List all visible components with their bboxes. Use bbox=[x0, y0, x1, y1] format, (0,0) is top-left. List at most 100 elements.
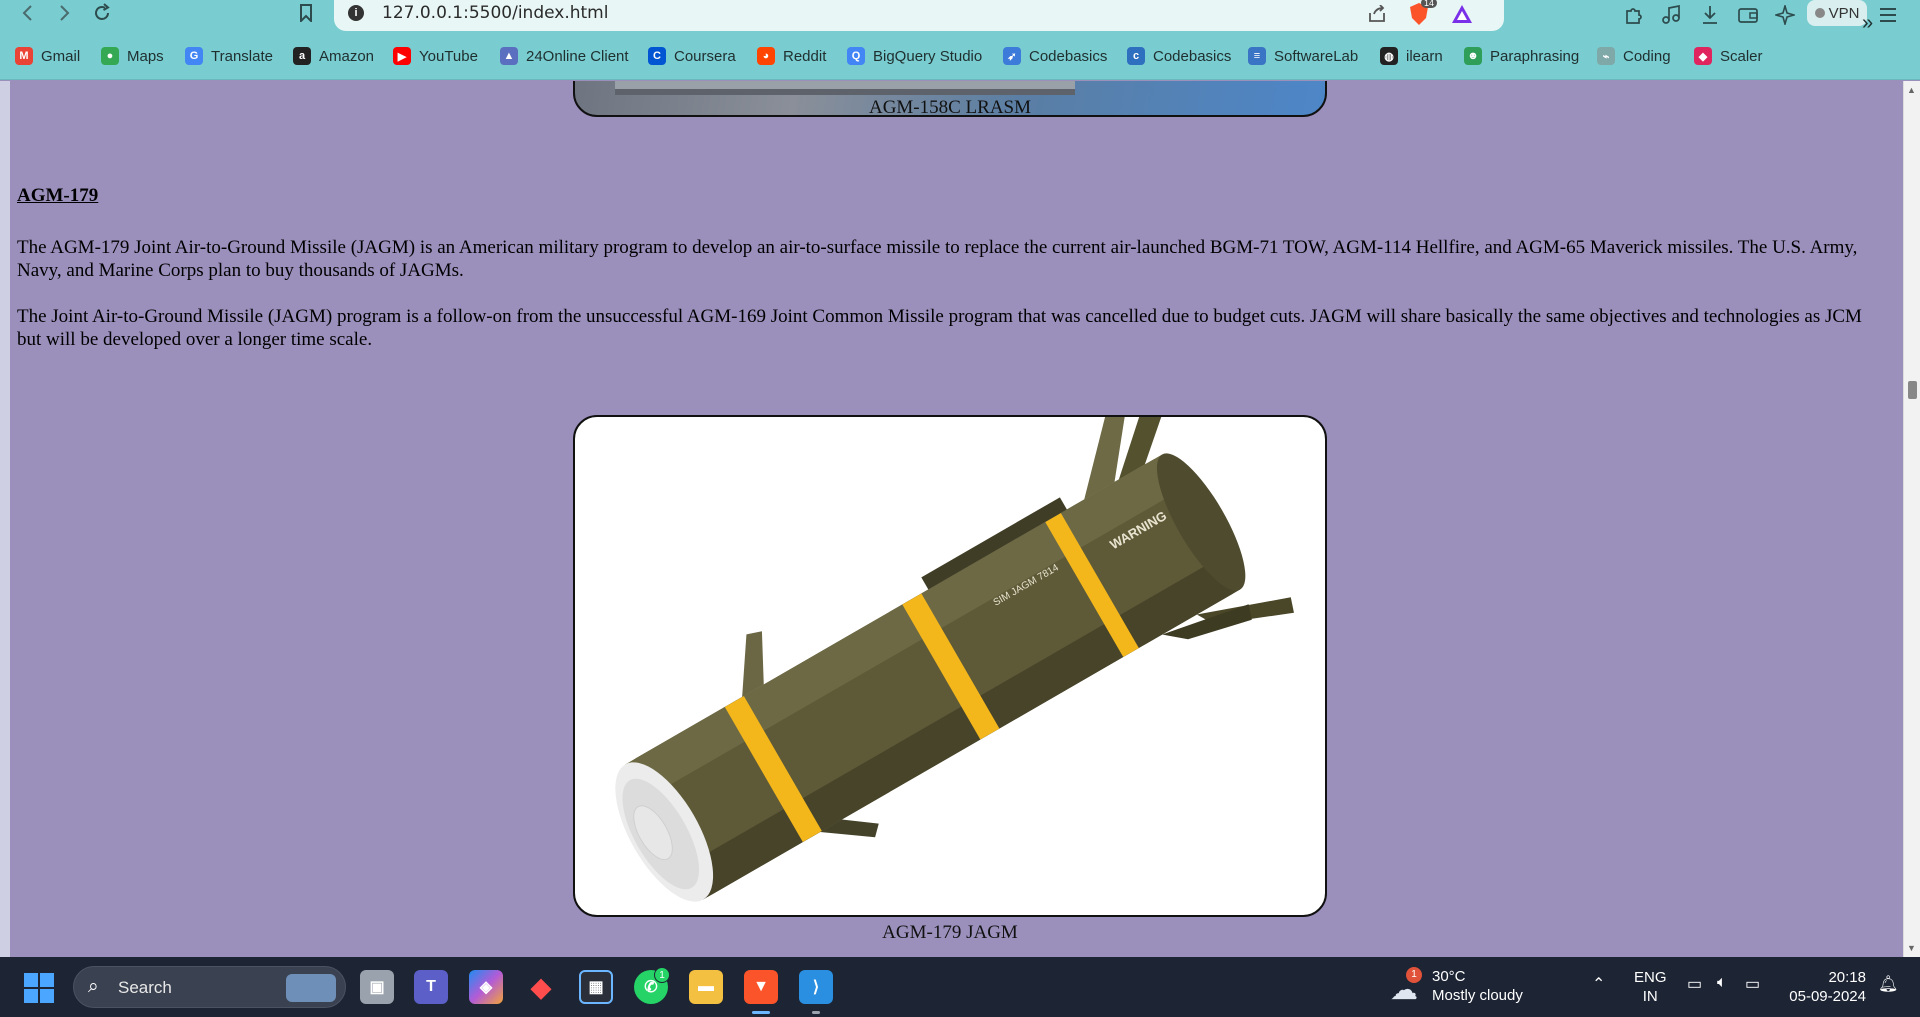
clock-date: 05-09-2024 bbox=[1789, 988, 1866, 1005]
bookmark-softwarelab[interactable]: ≡ SoftwareLab bbox=[1248, 44, 1358, 68]
bookmark-24online-client[interactable]: ▲ 24Online Client bbox=[500, 44, 629, 68]
bookmark-label: ilearn bbox=[1406, 47, 1443, 65]
notifications-bell-icon[interactable]: 🔔︎ bbox=[1878, 974, 1898, 994]
forward-button[interactable] bbox=[50, 0, 78, 26]
bookmark-label: Gmail bbox=[41, 47, 81, 65]
brave-app-icon[interactable]: ▼ bbox=[744, 970, 778, 1004]
bookmark-icon bbox=[300, 4, 312, 22]
coding-icon: ⌁ bbox=[1597, 47, 1615, 65]
jagm-figure: WARNING SIM JAGM 7814 bbox=[573, 415, 1327, 917]
bookmark-paraphrasing[interactable]: ☻ Paraphrasing bbox=[1464, 44, 1579, 68]
translate-icon: G bbox=[185, 47, 203, 65]
bookmark-codebasics[interactable]: c Codebasics bbox=[1127, 44, 1231, 68]
paraphrasing-icon: ☻ bbox=[1464, 47, 1482, 65]
back-arrow-icon bbox=[22, 5, 32, 21]
bookmark-amazon[interactable]: a Amazon bbox=[293, 44, 374, 68]
bookmark-coursera[interactable]: C Coursera bbox=[648, 44, 736, 68]
maps-icon: ● bbox=[101, 47, 119, 65]
search-icon: ⌕ bbox=[88, 976, 99, 997]
browser-menu-button[interactable] bbox=[1875, 2, 1901, 28]
page-viewport: AGM-158C LRASM AGM-179 The AGM-179 Joint… bbox=[0, 81, 1903, 957]
bookmark-reddit[interactable]: ◕ Reddit bbox=[757, 44, 826, 68]
windows-logo-icon bbox=[24, 973, 38, 987]
vpn-button[interactable]: VPN bbox=[1807, 0, 1867, 26]
wallet-icon bbox=[1738, 8, 1758, 23]
bookmark-label: Codebasics bbox=[1153, 47, 1232, 65]
jagm-caption: AGM-179 JAGM bbox=[882, 922, 1018, 943]
bookmark-bigquery-studio[interactable]: Q BigQuery Studio bbox=[847, 44, 982, 68]
red-diamond-app-icon[interactable]: ◆ bbox=[524, 970, 558, 1004]
share-button[interactable] bbox=[1364, 1, 1390, 27]
scaler-icon: ◆ bbox=[1694, 47, 1712, 65]
bookmarks-bar: M Gmail ● Maps G Translate a Amazon ▶ YouTube ▲ 24O… bbox=[0, 32, 1920, 80]
reddit-icon: ◕ bbox=[757, 47, 775, 65]
network-icon[interactable]: ▭ bbox=[1687, 974, 1702, 994]
copilot-app-icon[interactable]: ◈ bbox=[469, 970, 503, 1004]
teams-app-icon[interactable]: T bbox=[414, 970, 448, 1004]
language-indicator[interactable]: ENG IN bbox=[1634, 968, 1667, 1006]
bookmark-maps[interactable]: ● Maps bbox=[101, 44, 164, 68]
bookmark-coding[interactable]: ⌁ Coding bbox=[1597, 44, 1671, 68]
bookmark-label: Amazon bbox=[319, 47, 375, 65]
reload-button[interactable] bbox=[88, 0, 116, 26]
vpn-status-icon bbox=[1814, 8, 1825, 18]
media-button[interactable] bbox=[1658, 2, 1684, 28]
shield-count-badge: 14 bbox=[1421, 0, 1438, 8]
weather-badge: 1 bbox=[1406, 967, 1422, 983]
bookmark-scaler[interactable]: ◆ Scaler bbox=[1694, 44, 1763, 68]
bookmark-label: Paraphrasing bbox=[1490, 47, 1580, 65]
scroll-thumb[interactable] bbox=[1908, 381, 1917, 399]
brave-rewards-button[interactable] bbox=[1449, 1, 1475, 27]
extensions-button[interactable] bbox=[1621, 2, 1647, 28]
reload-icon bbox=[95, 3, 110, 20]
wallet-button[interactable] bbox=[1735, 2, 1761, 28]
start-button[interactable] bbox=[24, 973, 54, 1003]
scroll-up-icon[interactable]: ▲ bbox=[1907, 85, 1916, 95]
file-explorer-app-icon[interactable]: ▬ bbox=[689, 970, 723, 1004]
bookmark-codebasics[interactable]: ➶ Codebasics bbox=[1003, 44, 1107, 68]
whatsapp-badge: 1 bbox=[654, 967, 670, 983]
bookmark-label: Translate bbox=[211, 47, 273, 65]
amazon-icon: a bbox=[293, 47, 311, 65]
bookmark-page-button[interactable] bbox=[292, 0, 320, 26]
music-note-icon bbox=[1662, 5, 1680, 24]
codebasics-icon: c bbox=[1127, 47, 1145, 65]
bookmark-gmail[interactable]: M Gmail bbox=[15, 44, 80, 68]
sparkle-icon bbox=[1775, 5, 1795, 25]
bookmark-ilearn[interactable]: ◍ ilearn bbox=[1380, 44, 1443, 68]
system-clock[interactable]: 20:18 05-09-2024 bbox=[1780, 968, 1866, 1006]
brave-shields-button[interactable]: 14 bbox=[1406, 0, 1438, 27]
vscode-app-icon[interactable]: ⟩ bbox=[799, 970, 833, 1004]
bookmark-label: YouTube bbox=[419, 47, 478, 65]
hamburger-menu-icon bbox=[1880, 8, 1896, 22]
jagm-missile-image: WARNING SIM JAGM 7814 bbox=[615, 417, 1294, 902]
show-hidden-icons-button[interactable]: ⌃ bbox=[1592, 974, 1605, 994]
youtube-icon: ▶ bbox=[393, 47, 411, 65]
url-text[interactable]: 127.0.0.1:5500/index.html bbox=[382, 3, 608, 23]
section-title: AGM-179 bbox=[17, 185, 99, 206]
weather-temperature: 30°C bbox=[1432, 968, 1466, 985]
back-button[interactable] bbox=[14, 0, 42, 26]
leo-ai-button[interactable] bbox=[1772, 2, 1798, 28]
bookmark-youtube[interactable]: ▶ YouTube bbox=[393, 44, 478, 68]
search-highlight-icon bbox=[286, 974, 336, 1002]
taskbar-search[interactable]: ⌕ Search bbox=[73, 966, 346, 1008]
download-icon bbox=[1703, 6, 1717, 24]
site-info-icon[interactable]: i bbox=[348, 5, 364, 21]
page-scrollbar[interactable]: ▲ ▼ bbox=[1903, 81, 1920, 957]
bookmark-label: 24Online Client bbox=[526, 47, 629, 65]
volume-icon[interactable]: 🔈︎ bbox=[1717, 974, 1727, 992]
task-view-button[interactable]: ▣ bbox=[360, 970, 394, 1004]
bookmark-translate[interactable]: G Translate bbox=[185, 44, 273, 68]
weather-widget[interactable]: ☁ 1 30°C Mostly cloudy bbox=[1390, 967, 1540, 1009]
bookmark-label: Coding bbox=[1623, 47, 1671, 65]
address-bar[interactable]: i 127.0.0.1:5500/index.html 14 bbox=[334, 0, 1504, 31]
search-label: Search bbox=[118, 978, 172, 997]
store-app-icon[interactable]: ▦ bbox=[579, 970, 613, 1004]
scroll-down-icon[interactable]: ▼ bbox=[1907, 943, 1916, 953]
battery-icon[interactable]: ▭ bbox=[1745, 974, 1760, 994]
bookmarks-overflow-button[interactable]: » bbox=[1862, 12, 1873, 35]
downloads-button[interactable] bbox=[1697, 2, 1723, 28]
paragraph-2: The Joint Air-to-Ground Missile (JAGM) p… bbox=[17, 306, 1862, 350]
coursera-icon: C bbox=[648, 47, 666, 65]
